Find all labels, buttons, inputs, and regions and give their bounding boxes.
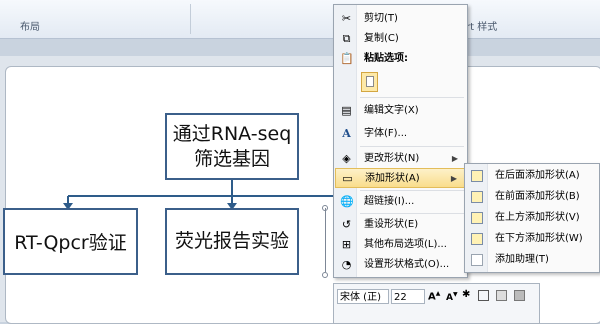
selection-handle[interactable]: [322, 272, 328, 278]
menu-item-change-shape[interactable]: ◈ 更改形状(N) ▶: [335, 149, 466, 168]
menu-item-paste-options: 📋 粘贴选项:: [340, 52, 408, 65]
menu-item-font[interactable]: A 字体(F)...: [335, 124, 466, 143]
root-node[interactable]: 通过RNA-seq筛选基因: [165, 113, 299, 180]
menu-item-layout-options[interactable]: ⊞ 其他布局选项(L)...: [335, 235, 466, 254]
edit-text-icon: ▤: [341, 104, 352, 117]
menu-item-copy[interactable]: ⧉ 复制(C): [335, 29, 466, 48]
mini-toolbar: 宋体 (正) 22 A▲ A▼ ✱: [333, 283, 540, 324]
menu-item-format-shape[interactable]: ◔ 设置形状格式(O)...: [335, 255, 466, 274]
submenu-item-add-assistant[interactable]: 添加助理(T): [466, 250, 598, 270]
font-icon: A: [342, 127, 351, 140]
menu-item-cut[interactable]: ✂ 剪切(T): [335, 9, 466, 28]
scissors-icon: ✂: [341, 12, 352, 25]
add-before-icon: [471, 191, 483, 203]
context-menu: ✂ 剪切(T) ⧉ 复制(C) 📋 粘贴选项: ▤ 编辑文字(X) A 字体(F)... …: [333, 4, 468, 278]
format-shape-icon: ◔: [341, 258, 352, 271]
add-assistant-icon: [471, 254, 483, 266]
child-node-rtqpcr[interactable]: RT-Qpcr验证: [3, 208, 138, 275]
font-size-select[interactable]: 22: [391, 289, 425, 304]
paste-icon: [366, 76, 374, 87]
submenu-item-add-above[interactable]: 在上方添加形状(V): [466, 208, 598, 228]
add-shape-icon: ▭: [342, 172, 353, 185]
add-shape-submenu: 在后面添加形状(A) 在前面添加形状(B) 在上方添加形状(V) 在下方添加形状…: [464, 163, 600, 273]
menu-item-edit-text[interactable]: ▤ 编辑文字(X): [335, 101, 466, 120]
grow-font-icon[interactable]: A▲: [428, 290, 440, 302]
shrink-font-icon[interactable]: A▼: [446, 291, 458, 303]
add-above-icon: [471, 212, 483, 224]
submenu-arrow-icon: ▶: [451, 154, 458, 163]
submenu-arrow-icon: ▶: [450, 174, 457, 183]
hyperlink-icon: 🌐: [340, 195, 354, 208]
selection-edge: [325, 208, 326, 272]
submenu-item-add-below[interactable]: 在下方添加形状(W): [466, 229, 598, 249]
bring-forward-icon[interactable]: [496, 290, 507, 301]
layout-options-icon: ⊞: [341, 238, 352, 251]
change-shape-icon: ◈: [342, 152, 351, 165]
menu-item-reset-shape[interactable]: ↺ 重设形状(E): [335, 215, 466, 234]
submenu-item-add-before[interactable]: 在前面添加形状(B): [466, 187, 598, 207]
font-select[interactable]: 宋体 (正): [337, 289, 389, 304]
styles-icon[interactable]: ✱: [462, 289, 470, 300]
copy-icon: ⧉: [342, 32, 351, 45]
submenu-item-add-after[interactable]: 在后面添加形状(A): [466, 166, 598, 186]
clipboard-icon: 📋: [340, 52, 354, 65]
menu-item-hyperlink[interactable]: 🌐 超链接(I)...: [335, 192, 466, 211]
format-icon[interactable]: [478, 290, 489, 301]
add-below-icon: [471, 233, 483, 245]
reset-icon: ↺: [341, 218, 352, 231]
menu-item-add-shape[interactable]: ▭ 添加形状(A) ▶: [335, 168, 466, 188]
send-backward-icon[interactable]: [514, 290, 525, 301]
paste-keep-format-button[interactable]: [361, 72, 378, 92]
add-after-icon: [471, 170, 483, 182]
child-node-reporter[interactable]: 荧光报告实验: [165, 208, 299, 275]
